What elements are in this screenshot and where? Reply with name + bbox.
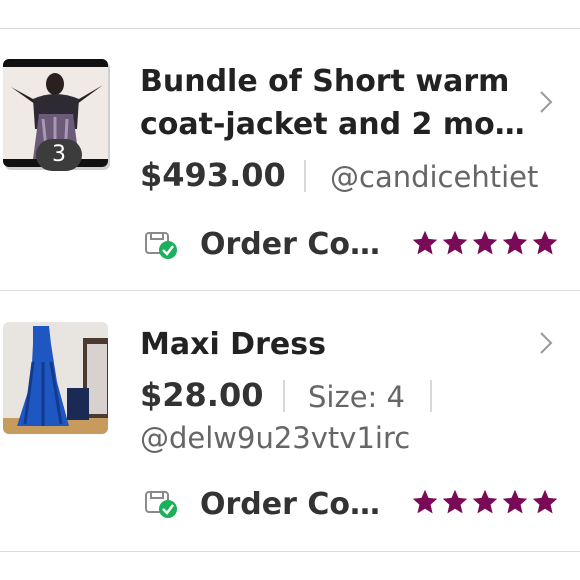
star-icon (442, 489, 468, 514)
order-item[interactable]: Maxi Dress $28.00 Size: 4 @delw9u23vtv1i… (0, 290, 580, 550)
separator (430, 380, 432, 412)
star-icon (502, 489, 528, 514)
item-title[interactable]: Maxi Dress (140, 323, 535, 366)
item-size: Size: 4 (308, 380, 405, 414)
dress-photo (3, 322, 108, 434)
order-item[interactable]: 3 Bundle of Short warm coat-jacket and 2… (0, 0, 580, 262)
rating-stars (411, 229, 559, 257)
star-icon (532, 489, 558, 514)
row-divider (0, 551, 580, 552)
order-status: Order Co… (200, 487, 380, 522)
rating-stars (411, 488, 559, 516)
item-price: $493.00 (140, 156, 286, 194)
separator (283, 380, 285, 412)
star-icon (412, 489, 438, 514)
chevron-right-icon[interactable] (536, 89, 556, 115)
order-status: Order Co… (200, 227, 380, 262)
star-icon (532, 230, 558, 255)
item-title-line: Bundle of Short warm (140, 64, 510, 99)
item-title[interactable]: Bundle of Short warm coat-jacket and 2 m… (140, 60, 535, 146)
star-icon (442, 230, 468, 255)
star-icon (472, 489, 498, 514)
item-title-line: coat-jacket and 2 mo… (140, 107, 525, 142)
order-complete-icon (145, 491, 177, 518)
star-icon (502, 230, 528, 255)
star-icon (472, 230, 498, 255)
bundle-count-badge: 3 (36, 139, 82, 171)
item-thumbnail[interactable] (3, 322, 108, 434)
separator (304, 160, 306, 192)
chevron-right-icon[interactable] (536, 330, 556, 356)
star-icon (412, 230, 438, 255)
seller-username[interactable]: @candicehtiet (330, 157, 538, 197)
seller-username[interactable]: @delw9u23vtv1irc (140, 418, 410, 458)
item-price: $28.00 (140, 376, 264, 414)
order-complete-icon (145, 232, 177, 259)
